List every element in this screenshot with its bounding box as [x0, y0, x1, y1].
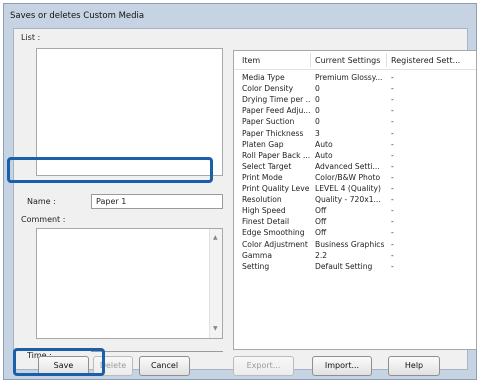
- cell-item: Color Adjustment: [242, 239, 308, 249]
- cell-item: Media Type: [242, 73, 285, 82]
- name-label: Name :: [27, 197, 56, 206]
- cell-current-setting: Quality - 720x1...: [315, 195, 381, 205]
- table-row[interactable]: High Speed Off -: [234, 205, 476, 216]
- cell-current-setting: 0: [315, 84, 320, 94]
- cell-item: Paper Suction: [242, 117, 295, 127]
- table-row[interactable]: Gamma 2.2 -: [234, 250, 476, 261]
- table-row[interactable]: Paper Suction 0 -: [234, 116, 476, 127]
- table-row[interactable]: Edge Smoothing Off -: [234, 227, 476, 238]
- cell-item: High Speed: [242, 206, 286, 216]
- cell-registered-setting: -: [391, 206, 394, 216]
- cell-current-setting: Auto: [315, 150, 333, 160]
- cell-registered-setting: -: [391, 239, 394, 249]
- column-header-item[interactable]: Item: [242, 56, 260, 65]
- scroll-up-arrow-icon[interactable]: ▲: [213, 235, 218, 241]
- table-row[interactable]: Resolution Quality - 720x1... -: [234, 194, 476, 205]
- cell-item: Print Quality Level: [242, 184, 310, 193]
- cell-item: Setting: [242, 261, 270, 271]
- table-row[interactable]: Print Quality Level LEVEL 4 (Quality) -: [234, 183, 476, 194]
- title-bar: Saves or deletes Custom Media: [4, 4, 476, 28]
- cancel-button[interactable]: Cancel: [139, 356, 190, 376]
- cell-registered-setting: -: [391, 172, 394, 182]
- comment-label: Comment :: [21, 215, 66, 224]
- custom-media-dialog: Saves or deletes Custom Media List : Nam…: [3, 3, 477, 380]
- cell-current-setting: Advanced Setti...: [315, 161, 380, 171]
- dialog-title: Saves or deletes Custom Media: [10, 11, 145, 21]
- save-button-highlight: [13, 348, 105, 376]
- settings-table: Item Current Settings Registered Sett...…: [233, 50, 477, 350]
- cell-registered-setting: -: [391, 95, 394, 105]
- screenshot-frame: Saves or deletes Custom Media List : Nam…: [0, 0, 483, 383]
- table-row[interactable]: Media Type Premium Glossy... -: [234, 72, 476, 83]
- scroll-down-arrow-icon[interactable]: ▼: [213, 326, 218, 332]
- cell-item: Platen Gap: [242, 139, 284, 149]
- cell-current-setting: 0: [315, 95, 320, 105]
- cell-current-setting: Business Graphics: [315, 239, 385, 249]
- cell-registered-setting: -: [391, 84, 394, 94]
- cell-registered-setting: -: [391, 128, 394, 138]
- help-button[interactable]: Help: [388, 356, 440, 376]
- table-row[interactable]: Color Density 0 -: [234, 83, 476, 94]
- table-row[interactable]: Finest Detail Off -: [234, 216, 476, 227]
- table-row[interactable]: Platen Gap Auto -: [234, 139, 476, 150]
- table-row[interactable]: Roll Paper Back ... Auto -: [234, 150, 476, 161]
- table-row[interactable]: Drying Time per ... 0 -: [234, 94, 476, 105]
- list-label: List :: [21, 33, 41, 42]
- cell-item: Gamma: [242, 250, 272, 260]
- table-row[interactable]: Color Adjustment Business Graphics -: [234, 239, 476, 250]
- cell-item: Color Density: [242, 84, 294, 94]
- cell-current-setting: Off: [315, 217, 327, 227]
- cell-current-setting: Off: [315, 206, 327, 216]
- name-field-highlight: [7, 157, 213, 183]
- cell-current-setting: Premium Glossy...: [315, 73, 383, 82]
- cell-registered-setting: -: [391, 150, 394, 160]
- cell-current-setting: Off: [315, 228, 327, 238]
- table-row[interactable]: Paper Feed Adju... 0 -: [234, 105, 476, 116]
- cell-item: Roll Paper Back ...: [242, 150, 310, 160]
- cell-current-setting: Auto: [315, 139, 333, 149]
- cell-item: Paper Feed Adju...: [242, 106, 310, 116]
- cell-item: Finest Detail: [242, 217, 290, 227]
- cell-registered-setting: -: [391, 195, 394, 205]
- cell-registered-setting: -: [391, 250, 394, 260]
- cell-registered-setting: -: [391, 106, 394, 116]
- cell-current-setting: 0: [315, 117, 320, 127]
- comment-textarea[interactable]: ▲ ▼: [36, 228, 223, 339]
- cell-registered-setting: -: [391, 261, 394, 271]
- table-row[interactable]: Select Target Advanced Setti... -: [234, 161, 476, 172]
- cell-registered-setting: -: [391, 228, 394, 238]
- column-header-registered[interactable]: Registered Sett...: [391, 56, 460, 65]
- cell-item: Drying Time per ...: [242, 95, 310, 105]
- table-row[interactable]: Setting Default Setting -: [234, 261, 476, 272]
- settings-table-header: Item Current Settings Registered Sett...: [234, 51, 476, 70]
- cell-registered-setting: -: [391, 139, 394, 149]
- cell-item: Edge Smoothing: [242, 228, 305, 238]
- cell-item: Resolution: [242, 195, 282, 205]
- cell-registered-setting: -: [391, 73, 394, 82]
- column-header-current[interactable]: Current Settings: [315, 56, 380, 65]
- export-button[interactable]: Export...: [233, 356, 294, 376]
- cell-registered-setting: -: [391, 161, 394, 171]
- cell-current-setting: 3: [315, 128, 320, 138]
- dialog-client-area: List : Name : Paper 1 Comment : ▲ ▼ Time…: [13, 28, 477, 376]
- table-row[interactable]: Print Mode Color/B&W Photo -: [234, 172, 476, 183]
- table-row[interactable]: Paper Thickness 3 -: [234, 128, 476, 139]
- cell-registered-setting: -: [391, 117, 394, 127]
- cell-item: Print Mode: [242, 172, 283, 182]
- column-separator[interactable]: [310, 53, 311, 67]
- cell-registered-setting: -: [391, 184, 394, 193]
- name-input-value: Paper 1: [96, 197, 127, 206]
- cell-registered-setting: -: [391, 217, 394, 227]
- name-input[interactable]: Paper 1: [91, 194, 223, 209]
- cell-current-setting: LEVEL 4 (Quality): [315, 184, 381, 193]
- cell-current-setting: 2.2: [315, 250, 328, 260]
- comment-scrollbar[interactable]: ▲ ▼: [209, 229, 222, 338]
- cell-current-setting: 0: [315, 106, 320, 116]
- cell-current-setting: Color/B&W Photo: [315, 172, 381, 182]
- cell-current-setting: Default Setting: [315, 261, 373, 271]
- column-separator[interactable]: [386, 53, 387, 67]
- cell-item: Select Target: [242, 161, 292, 171]
- import-button[interactable]: Import...: [312, 356, 372, 376]
- cell-item: Paper Thickness: [242, 128, 304, 138]
